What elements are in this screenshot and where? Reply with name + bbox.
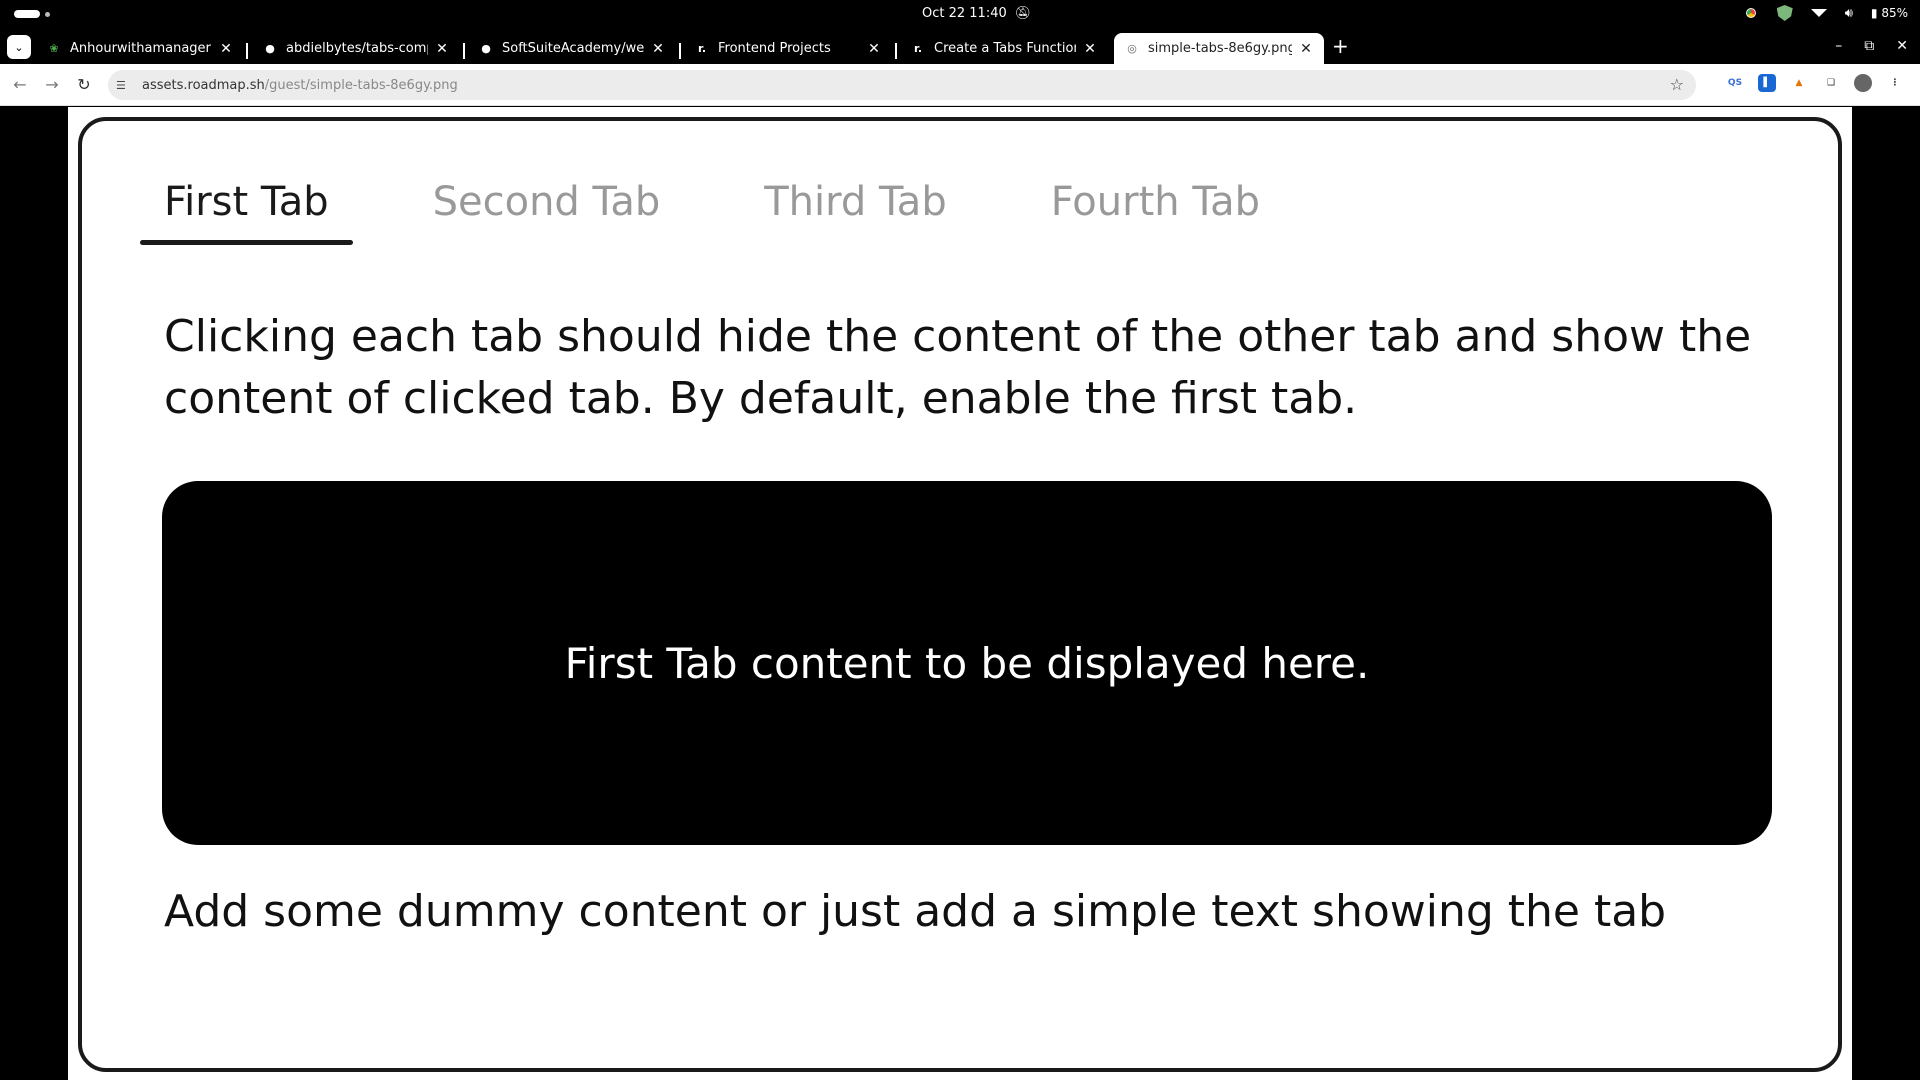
url-host: assets.roadmap.sh (142, 77, 265, 93)
close-tab-icon[interactable]: ✕ (218, 41, 234, 57)
browser-tab-title: simple-tabs-8e6gy.png ( (1148, 41, 1292, 56)
site-info-icon[interactable]: ☰ (116, 79, 134, 92)
battery-percent: 85% (1881, 6, 1908, 20)
url-text[interactable]: assets.roadmap.sh/guest/simple-tabs-8e6g… (142, 78, 458, 93)
tab-search-chevron-icon[interactable]: ⌄ (7, 35, 31, 59)
extensions-puzzle-icon[interactable]: ❑ (1822, 74, 1840, 92)
footer-note: Add some dummy content or just add a sim… (164, 886, 1667, 937)
browser-tab-title: Anhourwithamanager | N (70, 41, 212, 56)
restore-icon[interactable]: ⧉ (1864, 38, 1874, 54)
extension-icon[interactable]: ▌ (1758, 74, 1776, 92)
battery-indicator: ▮ 85% (1870, 6, 1908, 20)
browser-toolbar: ← → ↻ ☰ assets.roadmap.sh/guest/simple-t… (0, 64, 1920, 106)
tab-content-text: First Tab content to be displayed here. (564, 638, 1370, 688)
close-tab-icon[interactable]: ✕ (434, 41, 450, 57)
browser-tab-5[interactable]: r. Create a Tabs Functional ✕ (900, 33, 1108, 64)
tab-fourth[interactable]: Fourth Tab (1027, 179, 1284, 245)
window-controls: – ⧉ ✕ (1835, 38, 1908, 54)
roadmap-icon: r. (913, 42, 923, 55)
instruction-text: Clicking each tab should hide the conten… (164, 311, 1752, 424)
tab-separator (463, 43, 465, 59)
extension-icon[interactable]: ▲ (1790, 74, 1808, 92)
browser-tab-3[interactable]: ● SoftSuiteAcademy/web- ✕ (468, 33, 676, 64)
close-tab-icon[interactable]: ✕ (866, 41, 882, 57)
extensions-row: QS ▌ ▲ ❑ ⋮ (1726, 74, 1904, 92)
workspace-active-pill (14, 10, 40, 18)
close-tab-icon[interactable]: ✕ (1298, 41, 1314, 57)
tab-separator (679, 43, 681, 59)
bookmark-star-icon[interactable]: ☆ (1670, 75, 1684, 94)
github-icon: ● (265, 42, 275, 55)
wifi-icon (1810, 9, 1827, 17)
tabs-card: First Tab Second Tab Third Tab Fourth Ta… (78, 117, 1842, 1072)
close-tab-icon[interactable]: ✕ (650, 41, 666, 57)
browser-tab-title: SoftSuiteAcademy/web- (502, 41, 644, 56)
chrome-tray-icon[interactable] (1742, 5, 1759, 21)
workspace-dot (45, 11, 50, 17)
notifications-muted-icon: 🔕︎ (1014, 6, 1032, 21)
minimize-icon[interactable]: – (1835, 38, 1842, 54)
tab-separator (246, 43, 248, 59)
tab-first[interactable]: First Tab (140, 179, 353, 245)
browser-tab-title: Create a Tabs Functional (934, 41, 1076, 56)
os-top-bar: Oct 22 11:40 🔕︎ 🔊︎ ▮ 85% (0, 0, 1920, 29)
shield-tray-icon[interactable] (1776, 5, 1793, 21)
forward-arrow-icon[interactable]: → (42, 75, 62, 94)
tab-content-panel: First Tab content to be displayed here. (162, 481, 1772, 845)
page-viewport: First Tab Second Tab Third Tab Fourth Ta… (0, 107, 1920, 1080)
profile-avatar[interactable] (1854, 74, 1872, 92)
os-clock[interactable]: Oct 22 11:40 🔕︎ (922, 6, 1031, 21)
back-arrow-icon[interactable]: ← (10, 75, 30, 94)
kebab-menu-icon[interactable]: ⋮ (1886, 74, 1904, 92)
browser-tab-title: abdielbytes/tabs-compo (286, 41, 428, 56)
new-tab-button[interactable]: + (1332, 36, 1349, 56)
activities-indicator[interactable] (14, 10, 50, 18)
browser-tab-title: Frontend Projects (718, 41, 831, 56)
browser-tab-6-active[interactable]: ◎ simple-tabs-8e6gy.png ( ✕ (1114, 33, 1324, 64)
system-tray[interactable]: 🔊︎ ▮ 85% (1742, 5, 1908, 21)
url-path: /guest/simple-tabs-8e6gy.png (264, 77, 458, 93)
reload-icon[interactable]: ↻ (74, 75, 94, 94)
tab-bar: First Tab Second Tab Third Tab Fourth Ta… (140, 179, 1340, 245)
browser-tab-4[interactable]: r. Frontend Projects ✕ (684, 33, 892, 64)
close-window-icon[interactable]: ✕ (1896, 38, 1908, 54)
address-bar[interactable]: ☰ assets.roadmap.sh/guest/simple-tabs-8e… (108, 70, 1696, 100)
tab-separator (895, 43, 897, 59)
volume-icon: 🔊︎ (1844, 5, 1853, 21)
browser-tab-2[interactable]: ● abdielbytes/tabs-compo ✕ (252, 33, 460, 64)
close-tab-icon[interactable]: ✕ (1082, 41, 1098, 57)
roadmap-icon: r. (697, 42, 707, 55)
clock-text: Oct 22 11:40 (922, 6, 1007, 21)
leaf-icon: ❀ (49, 42, 59, 55)
globe-icon: ◎ (1127, 42, 1137, 55)
browser-tab-1[interactable]: ❀ Anhourwithamanager | N ✕ (36, 33, 244, 64)
tab-second[interactable]: Second Tab (409, 179, 685, 245)
extension-icon[interactable]: QS (1726, 74, 1744, 92)
tab-third[interactable]: Third Tab (740, 179, 970, 245)
browser-tab-strip: ⌄ ❀ Anhourwithamanager | N ✕ ● abdielbyt… (0, 29, 1920, 64)
tabs-mockup-image: First Tab Second Tab Third Tab Fourth Ta… (68, 107, 1852, 1080)
github-icon: ● (481, 42, 491, 55)
